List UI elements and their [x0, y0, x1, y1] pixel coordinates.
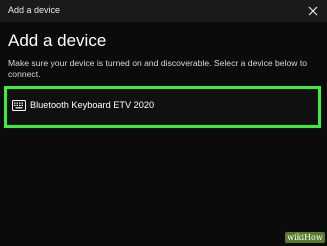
close-icon — [308, 6, 318, 16]
watermark-logo: wikiHow — [285, 232, 325, 243]
window-title: Add a device — [8, 5, 61, 15]
title-bar: Add a device — [0, 0, 327, 22]
device-list-item[interactable]: Bluetooth Keyboard ETV 2020 — [4, 86, 321, 128]
instructions-text: Make sure your device is turned on and d… — [8, 58, 308, 79]
keyboard-icon — [12, 100, 26, 111]
close-button[interactable] — [303, 1, 323, 21]
page-title: Add a device — [8, 31, 107, 50]
device-name: Bluetooth Keyboard ETV 2020 — [30, 100, 155, 110]
add-device-window: Add a device Add a device Make sure your… — [0, 0, 327, 246]
